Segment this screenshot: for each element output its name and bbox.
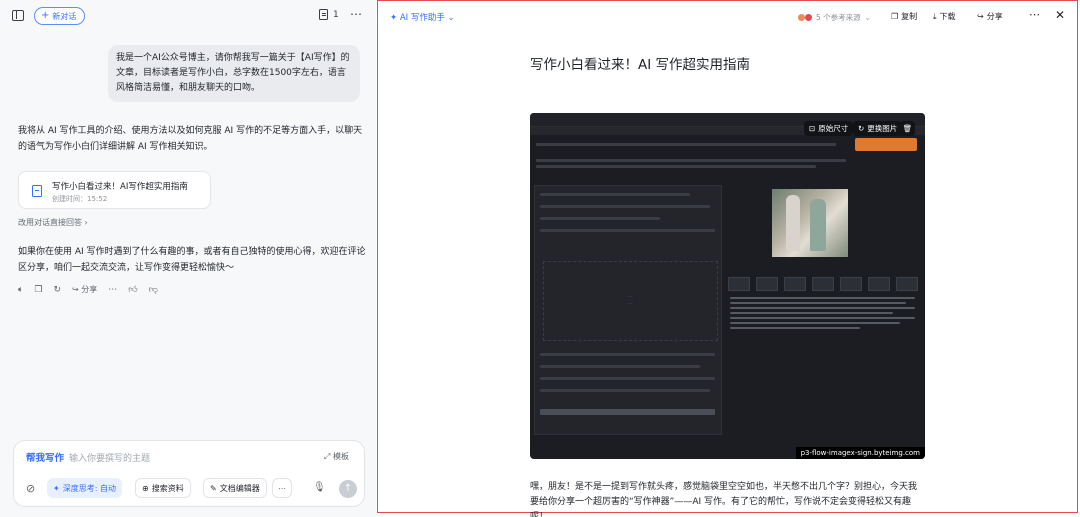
resize-icon: ⊡ <box>809 124 816 133</box>
refresh-icon: ↻ <box>858 124 865 133</box>
assistant-intro-text: 我将从 AI 写作工具的介绍、使用方法以及如何克服 AI 写作的不足等方面入手，… <box>18 126 363 152</box>
chat-panel: + 新对话 1 ⋯ 我是一个AI公众号博主，请你帮我写一篇关于【AI写作】的文章… <box>0 0 376 517</box>
share-label: 分享 <box>81 285 98 294</box>
screenshot-thumb <box>868 277 890 291</box>
document-count: 1 <box>333 9 339 20</box>
document-card-title: 写作小白看过来！AI写作超实用指南 <box>52 182 188 192</box>
document-panel: ✦ AI 写作助手 ⌄ 5 个参考来源 ⌄ ❐ 复制 ⤓ 下载 ↪ 分享 ⋯ ✕… <box>377 0 1078 517</box>
speaker-icon[interactable]: 🔈︎ <box>18 285 23 295</box>
share-button[interactable]: ↪ 分享 <box>72 284 97 295</box>
deep-think-label: 深度思考: 自动 <box>62 483 116 493</box>
replace-image-button[interactable]: ↻ 更换图片 <box>853 121 903 136</box>
source-favicon-icon <box>798 14 805 21</box>
embedded-screenshot[interactable]: ⋯ ⋯ ⊡ 原始尺寸 ↻ 更换图片 🗑︎ p3-flow-imagex-sign.… <box>530 113 925 459</box>
screenshot-line <box>536 165 816 168</box>
user-message: 我是一个AI公众号博主，请你帮我写一篇关于【AI写作】的文章，目标读者是写作小白… <box>108 45 360 102</box>
screenshot-thumb <box>728 277 750 291</box>
plus-icon: + <box>41 10 50 21</box>
documents-button[interactable]: 1 <box>319 9 339 20</box>
screenshot-thumb <box>896 277 918 291</box>
edit-icon: ✎ <box>210 483 217 493</box>
copy-label: 复制 <box>901 12 918 21</box>
download-label: 下载 <box>939 12 956 21</box>
image-source-url: p3-flow-imagex-sign.byteimg.com <box>795 447 925 459</box>
screenshot-line <box>536 143 836 146</box>
new-chat-label: 新对话 <box>52 11 77 21</box>
document-card-time: 创建时间：15:52 <box>52 195 108 203</box>
more-icon[interactable]: ⋯ <box>350 7 363 21</box>
new-chat-button[interactable]: + 新对话 <box>34 7 86 25</box>
delete-image-button[interactable]: 🗑︎ <box>900 121 915 136</box>
copy-button[interactable]: ❐ 复制 <box>891 11 917 22</box>
screenshot-line <box>540 205 710 208</box>
assistant-outro-text: 如果你在使用 AI 写作时遇到了什么有趣的事，或者有自己独特的使用心得，欢迎在评… <box>18 247 366 273</box>
sources-button[interactable]: 5 个参考来源 ⌄ <box>798 12 871 23</box>
close-icon[interactable]: ✕ <box>1055 8 1065 22</box>
screenshot-thumb <box>756 277 778 291</box>
screenshot-text-block <box>730 297 915 332</box>
attach-icon[interactable]: ⊘ <box>26 482 35 495</box>
more-actions-icon[interactable]: ⋯ <box>108 285 117 295</box>
copy-icon[interactable]: ❐ <box>34 285 42 295</box>
writing-skill-tag[interactable]: 帮我写作 <box>26 450 64 464</box>
doc-share-button[interactable]: ↪ 分享 <box>977 11 1003 22</box>
deep-think-icon: ✦ <box>53 483 60 493</box>
screenshot-line <box>536 159 846 162</box>
globe-icon: ⊕ <box>142 483 149 493</box>
template-button[interactable]: ⤢ 模板 <box>324 451 349 462</box>
document-card[interactable]: 写作小白看过来！AI写作超实用指南 创建时间：15:52 <box>18 171 211 209</box>
message-actions: 🔈︎ ❐ ↻ ↪ 分享 ⋯ 👍︎ 👎︎ <box>18 284 158 295</box>
document-title: 写作小白看过来！AI 写作超实用指南 <box>530 57 751 73</box>
regenerate-icon[interactable]: ↻ <box>53 285 61 295</box>
switch-to-chat-link[interactable]: 改用对话直接回答 › <box>18 217 88 228</box>
document-icon <box>319 9 328 20</box>
sidebar-toggle-icon[interactable] <box>12 10 24 21</box>
screenshot-line <box>540 193 690 196</box>
screenshot-line <box>540 409 715 415</box>
thumbs-up-icon[interactable]: 👍︎ <box>128 285 137 295</box>
screenshot-line <box>540 365 700 368</box>
search-toggle[interactable]: ⊕ 搜索资料 <box>135 478 191 498</box>
screenshot-line <box>540 377 715 380</box>
assistant-label: AI 写作助手 <box>399 13 445 23</box>
template-label: 模板 <box>332 452 349 461</box>
topic-input[interactable]: 输入你要撰写的主题 <box>69 451 150 464</box>
document-toolbar: ✦ AI 写作助手 ⌄ 5 个参考来源 ⌄ ❐ 复制 ⤓ 下载 ↪ 分享 ⋯ ✕ <box>378 1 1077 33</box>
send-button[interactable]: ↑ <box>339 480 357 498</box>
screenshot-line <box>540 229 715 232</box>
sources-label: 5 个参考来源 <box>816 13 861 22</box>
doc-editor-label: 文档编辑器 <box>219 483 260 493</box>
download-button[interactable]: ⤓ 下载 <box>933 11 956 22</box>
screenshot-photo <box>772 189 848 257</box>
doc-share-label: 分享 <box>986 12 1003 21</box>
screenshot-generate-button <box>855 138 917 151</box>
original-size-button[interactable]: ⊡ 原始尺寸 <box>804 121 854 136</box>
file-icon <box>32 185 42 197</box>
trash-icon: 🗑︎ <box>902 124 913 133</box>
chat-topbar: + 新对话 1 ⋯ <box>0 0 376 32</box>
thumbs-down-icon[interactable]: 👎︎ <box>149 285 158 295</box>
source-favicon-icon <box>805 14 812 21</box>
more-tools-button[interactable]: ⋯ <box>272 478 292 498</box>
replace-image-label: 更换图片 <box>867 124 898 133</box>
screenshot-line <box>540 353 715 356</box>
screenshot-thumb <box>812 277 834 291</box>
assistant-selector[interactable]: ✦ AI 写作助手 ⌄ <box>390 11 455 23</box>
deep-think-toggle[interactable]: ✦ 深度思考: 自动 <box>47 478 122 498</box>
screenshot-thumb <box>784 277 806 291</box>
composer: 帮我写作 输入你要撰写的主题 ⤢ 模板 ⊘ ✦ 深度思考: 自动 ⊕ 搜索资料 … <box>13 440 365 507</box>
original-size-label: 原始尺寸 <box>818 124 849 133</box>
search-label: 搜索资料 <box>151 483 184 493</box>
screenshot-line <box>540 389 710 392</box>
screenshot-dropzone: ⋯ ⋯ <box>543 261 718 341</box>
document-paragraph: 嘿，朋友！是不是一提到写作就头疼，感觉脑袋里空空如也，半天憋不出几个字？别担心，… <box>530 482 918 517</box>
screenshot-line <box>540 217 660 220</box>
microphone-icon[interactable]: 🎙︎ <box>313 482 326 493</box>
screenshot-thumb <box>840 277 862 291</box>
doc-editor-toggle[interactable]: ✎ 文档编辑器 <box>203 478 267 498</box>
doc-more-icon[interactable]: ⋯ <box>1029 8 1040 21</box>
